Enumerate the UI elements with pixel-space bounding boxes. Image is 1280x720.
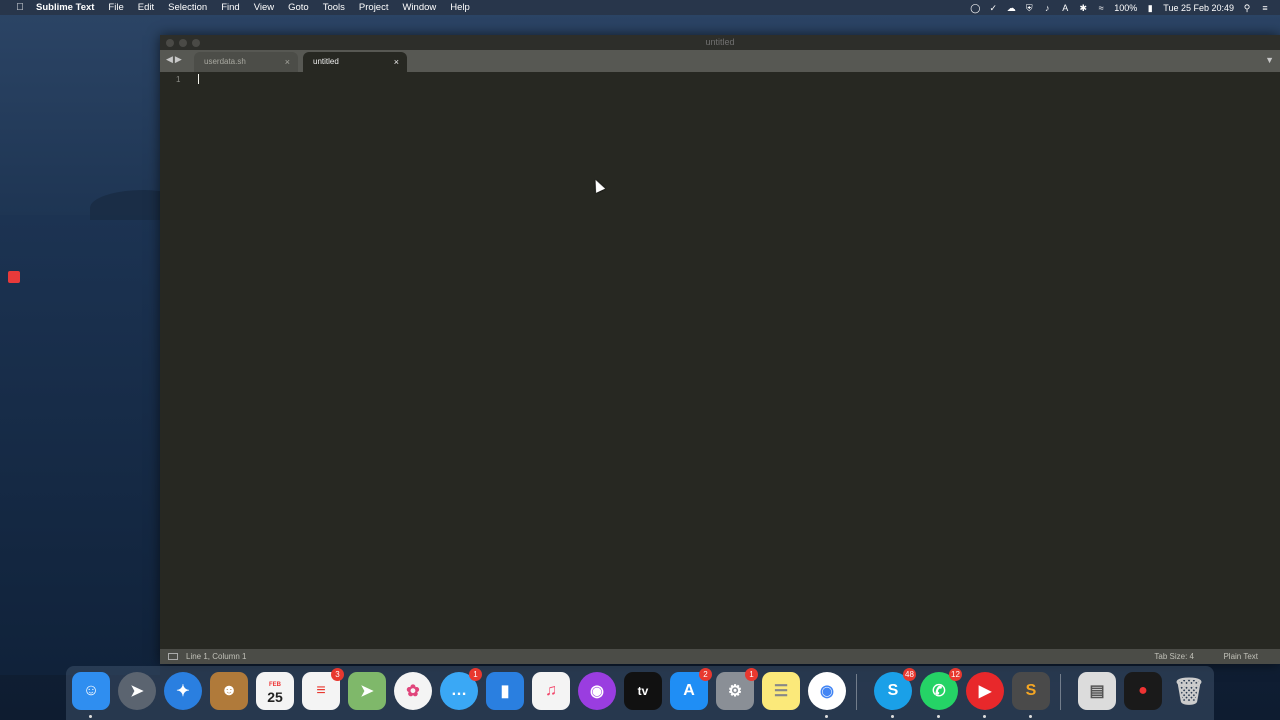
system-preferences-badge: 1 [745,668,758,681]
sublime-text-window: untitled ◀▶ userdata.sh × untitled × ▼ 1… [160,35,1280,664]
tab-untitled[interactable]: untitled × [303,52,407,72]
tab-label: untitled [313,57,339,66]
tab-size-selector[interactable]: Tab Size: 4 [1154,649,1194,664]
running-indicator [1029,715,1032,718]
window-title: untitled [705,37,735,47]
dock-separator [1060,674,1061,710]
line-number: 1 [176,75,181,84]
minimize-window-button[interactable] [179,39,187,47]
skype-icon[interactable]: S 48 [874,668,916,718]
notes-icon[interactable]: ☰ [762,672,800,710]
notification-center-icon[interactable]: ≡ [1260,3,1270,13]
screen-recording-indicator[interactable] [8,271,20,283]
reminders-icon[interactable]: ≡ 3 [302,668,344,710]
youtube-icon[interactable]: ▶ [966,672,1004,718]
apple-menu-icon[interactable]:  [14,2,26,13]
tab-bar: ◀▶ userdata.sh × untitled × ▼ [160,50,1280,72]
tv-label: tv [637,684,649,698]
tab-close-icon[interactable]: × [394,52,399,72]
zoom-window-button[interactable] [192,39,200,47]
tab-list-dropdown-icon[interactable]: ▼ [1265,55,1274,65]
menu-selection[interactable]: Selection [168,2,207,13]
close-window-button[interactable] [166,39,174,47]
vpn-icon[interactable]: ◯ [970,3,980,13]
desktop-wallpaper [0,215,160,675]
menu-project[interactable]: Project [359,2,389,13]
reminders-badge: 3 [331,668,344,681]
text-cursor [198,74,199,84]
tab-navigation-arrows-icon[interactable]: ◀▶ [166,54,184,65]
shield-icon[interactable]: ⛨ [1024,3,1034,13]
maps-icon[interactable]: ➤ [348,672,386,710]
wifi-icon[interactable]: ≈ [1096,3,1106,13]
podcasts-icon[interactable]: ◉ [578,672,616,710]
input-source-icon[interactable]: A [1060,3,1070,13]
app-store-badge: 2 [699,668,712,681]
battery-percent[interactable]: 100% [1114,3,1137,13]
menu-bar:  Sublime Text File Edit Selection Find … [0,0,1280,15]
tab-userdata-sh[interactable]: userdata.sh × [194,52,298,72]
spotlight-search-icon[interactable]: ⚲ [1242,3,1252,13]
menu-view[interactable]: View [254,2,274,13]
music-icon[interactable]: ♫ [532,672,570,710]
editor-area[interactable]: 1 [160,72,1280,649]
apple-tv-icon[interactable]: tv [624,672,662,710]
screen-recording-thumbnail-icon[interactable]: ● [1124,672,1162,710]
running-indicator [891,715,894,718]
tab-label: userdata.sh [204,57,246,66]
keynote-icon[interactable]: ▮ [486,672,524,710]
bluetooth-icon[interactable]: ✱ [1078,3,1088,13]
app-store-icon[interactable]: A2 [670,668,712,710]
messages-icon[interactable]: … 1 [440,668,482,710]
trash-icon[interactable]: 🗑 [1170,672,1208,710]
syntax-selector[interactable]: Plain Text [1223,649,1258,664]
contacts-icon[interactable]: ☻ [210,672,248,710]
menu-window[interactable]: Window [402,2,436,13]
cursor-position: Line 1, Column 1 [186,652,247,661]
menu-tools[interactable]: Tools [323,2,345,13]
checkmark-icon[interactable]: ✓ [988,3,998,13]
app-menu[interactable]: Sublime Text [36,2,94,13]
running-indicator [825,715,828,718]
menu-goto[interactable]: Goto [288,2,309,13]
whatsapp-badge: 12 [949,668,962,681]
window-controls [166,39,200,47]
dock-separator [856,674,857,710]
safari-icon[interactable]: ✦ [164,672,202,710]
battery-icon[interactable]: ▮ [1145,3,1155,13]
menu-edit[interactable]: Edit [138,2,154,13]
calendar-day: 25 [267,689,283,705]
sublime-text-icon[interactable]: S [1012,672,1050,718]
clock[interactable]: Tue 25 Feb 20:49 [1163,3,1234,13]
menu-help[interactable]: Help [450,2,470,13]
messages-badge: 1 [469,668,482,681]
status-bar: Line 1, Column 1 Tab Size: 4 Plain Text [160,649,1280,664]
title-bar[interactable]: untitled [160,35,1280,50]
cloud-icon[interactable]: ☁ [1006,3,1016,13]
status-menus: ◯ ✓ ☁ ⛨ ♪ A ✱ ≈ 100% ▮ Tue 25 Feb 20:49 … [970,0,1270,15]
photos-icon[interactable]: ✿ [394,672,432,710]
calendar-icon[interactable]: FEB 25 [256,672,294,710]
whatsapp-icon[interactable]: ✆ 12 [920,668,962,718]
running-indicator [937,715,940,718]
system-preferences-icon[interactable]: ⚙ 1 [716,668,758,710]
document-stack-icon[interactable]: ▤ [1078,672,1116,710]
chrome-icon[interactable]: ◉ [808,672,846,718]
launchpad-icon[interactable]: ➤ [118,672,156,710]
panel-toggle-icon[interactable] [168,653,178,660]
volume-icon[interactable]: ♪ [1042,3,1052,13]
tab-close-icon[interactable]: × [285,52,290,72]
running-indicator [89,715,92,718]
dock: ☺ ➤ ✦ ☻ FEB 25 ≡ 3 ➤ ✿ … 1 ▮ ♫ ◉ tv A2 ⚙ 1 … [66,666,1214,720]
menu-file[interactable]: File [108,2,123,13]
running-indicator [983,715,986,718]
menu-find[interactable]: Find [221,2,239,13]
finder-icon[interactable]: ☺ [72,672,110,718]
skype-badge: 48 [903,668,916,681]
